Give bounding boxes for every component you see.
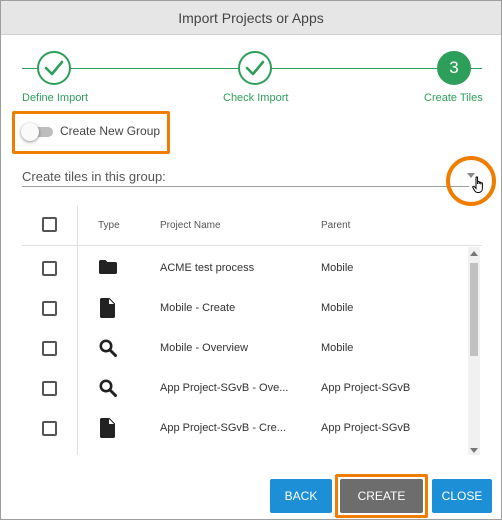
project-name: App Project-SGvB - Ove... xyxy=(160,382,289,394)
step-3-label: Create Tiles xyxy=(424,92,483,104)
column-header-project-name: Project Name xyxy=(160,220,221,231)
row-checkbox[interactable] xyxy=(42,421,57,436)
magnifier-icon xyxy=(99,339,117,357)
table-row[interactable]: App Project-SGvB - Cre... App Project-SG… xyxy=(22,408,467,448)
create-new-group-label: Create New Group xyxy=(60,124,161,138)
select-all-checkbox[interactable] xyxy=(42,217,57,232)
table-row[interactable]: Mobile - Overview Mobile xyxy=(22,328,467,368)
dialog-titlebar: Import Projects or Apps xyxy=(1,1,501,35)
step-1-circle xyxy=(37,51,71,85)
parent-name: App Project-SGvB xyxy=(321,382,411,394)
magnifier-icon xyxy=(99,379,117,397)
hand-cursor-icon xyxy=(472,176,483,193)
scroll-down-arrow-icon[interactable] xyxy=(470,448,478,453)
row-checkbox[interactable] xyxy=(42,261,57,276)
check-icon xyxy=(44,60,64,76)
parent-name: App Project-SGvB xyxy=(321,422,411,434)
parent-name: Mobile xyxy=(321,342,354,354)
step-3-number: 3 xyxy=(449,58,459,77)
close-button[interactable]: CLOSE xyxy=(432,479,492,513)
create-tiles-button[interactable]: CREATE TILES xyxy=(340,479,423,513)
step-3-circle: 3 xyxy=(437,51,471,85)
dialog-title: Import Projects or Apps xyxy=(178,10,324,26)
table-row[interactable]: Mobile - Create Mobile xyxy=(22,288,467,328)
back-button[interactable]: BACK xyxy=(270,479,332,513)
stepper-line xyxy=(272,68,437,69)
check-icon xyxy=(245,60,265,76)
folder-icon xyxy=(99,260,117,274)
table-header xyxy=(22,206,482,246)
toggle-knob[interactable] xyxy=(21,123,39,141)
document-icon xyxy=(100,298,115,318)
stepper-line xyxy=(22,68,37,69)
step-2-circle xyxy=(238,51,272,85)
parent-name: Mobile xyxy=(321,302,354,314)
group-select-label: Create tiles in this group: xyxy=(22,169,166,184)
column-header-parent: Parent xyxy=(321,220,351,231)
scrollbar-thumb[interactable] xyxy=(470,263,478,356)
row-checkbox[interactable] xyxy=(42,381,57,396)
document-icon xyxy=(100,418,115,438)
stepper-line xyxy=(71,68,238,69)
project-name: Mobile - Overview xyxy=(160,342,249,354)
scroll-up-arrow-icon[interactable] xyxy=(470,251,478,256)
column-header-type: Type xyxy=(98,220,120,231)
stepper-line xyxy=(471,68,482,69)
project-name: Mobile - Create xyxy=(160,302,236,314)
parent-name: Mobile xyxy=(321,262,354,274)
project-name: ACME test process xyxy=(160,262,255,274)
project-name: App Project-SGvB - Cre... xyxy=(160,422,286,434)
table-row[interactable]: ACME test process Mobile xyxy=(22,248,467,288)
step-1-label: Define Import xyxy=(22,92,89,104)
row-checkbox[interactable] xyxy=(42,341,57,356)
row-checkbox[interactable] xyxy=(42,301,57,316)
group-select[interactable] xyxy=(22,186,469,187)
table-row[interactable]: App Project-SGvB - Ove... App Project-SG… xyxy=(22,368,467,408)
highlight-circle xyxy=(446,156,496,206)
import-dialog: Import Projects or Apps 3 Define Import … xyxy=(0,0,502,520)
step-2-label: Check Import xyxy=(223,92,289,104)
